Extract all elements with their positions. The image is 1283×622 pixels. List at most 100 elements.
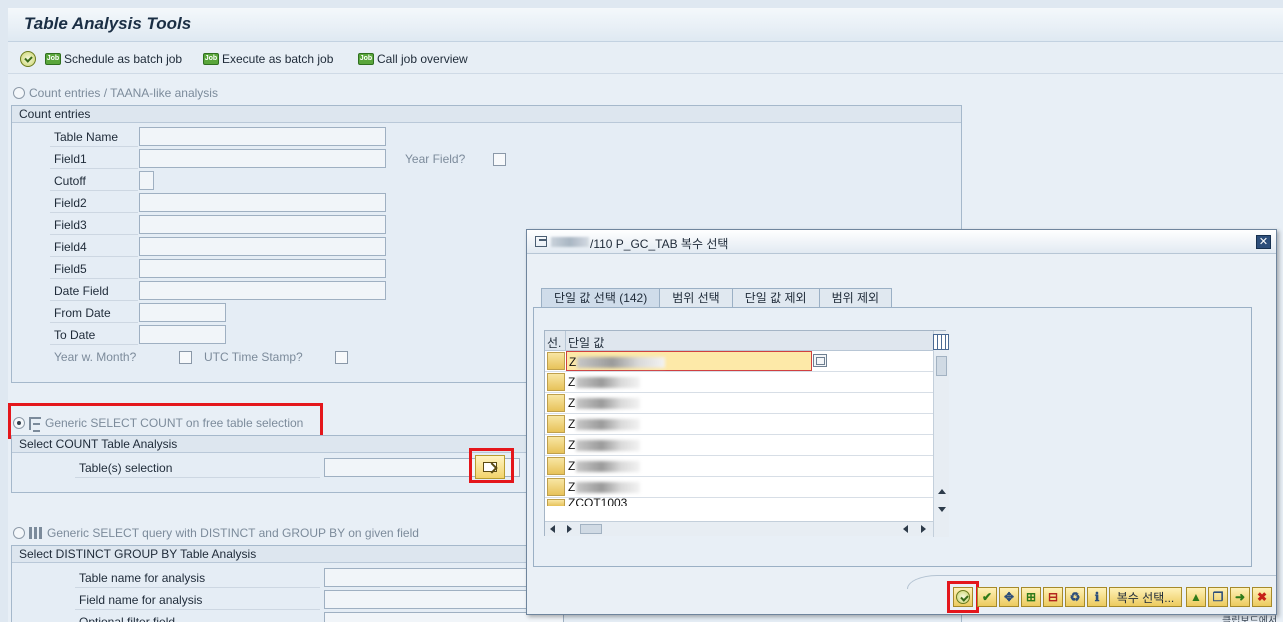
tab-exclude-ranges[interactable]: 범위 제외	[818, 288, 893, 308]
value-cell[interactable]: Z	[566, 351, 812, 371]
tab-single-values[interactable]: 단일 값 선택 (142)	[541, 288, 661, 308]
count-entries-group-title: Count entries	[12, 106, 961, 123]
utc-time-stamp-checkbox[interactable]	[335, 351, 348, 364]
row-selector[interactable]	[547, 394, 565, 412]
value-cell[interactable]: Z	[566, 435, 812, 455]
tab-ranges[interactable]: 범위 선택	[659, 288, 733, 308]
schedule-batch-job-button[interactable]: Job Schedule as batch job	[45, 50, 182, 68]
upload-icon: ▲	[1190, 590, 1202, 604]
trash-button[interactable]: ♻	[1065, 587, 1085, 607]
value-cell[interactable]: ZCOT1003	[566, 498, 812, 506]
insert-row-button[interactable]: ⊞	[1021, 587, 1041, 607]
from-date-input[interactable]	[139, 303, 226, 322]
dialog-tabs: 단일 값 선택 (142) 범위 선택 단일 값 제외 범위 제외	[541, 288, 893, 308]
divider	[565, 331, 566, 351]
multiple-selection-button[interactable]: 복수 선택...	[1109, 587, 1182, 607]
field4-input[interactable]	[139, 237, 386, 256]
scroll-right-icon[interactable]	[567, 525, 572, 533]
horizontal-scrollbar[interactable]	[545, 521, 933, 536]
year-field-checkbox[interactable]	[493, 153, 506, 166]
scroll-left-icon[interactable]	[903, 525, 908, 533]
field3-label: Field3	[50, 215, 138, 235]
field-name-analysis-label: Field name for analysis	[75, 590, 320, 610]
tab-exclude-single-values[interactable]: 단일 값 제외	[731, 288, 820, 308]
check-button[interactable]: ✔	[977, 587, 997, 607]
tab-panel: 선. 단일 값 Z Z Z Z Z Z Z ZCOT1003	[533, 307, 1252, 567]
cutoff-input[interactable]	[139, 171, 154, 190]
title-bar: Table Analysis Tools	[8, 8, 1283, 42]
table-row: ZCOT1003	[545, 498, 945, 506]
redacted-text	[576, 440, 641, 452]
year-field-label: Year Field?	[405, 152, 466, 166]
redacted-text	[576, 377, 641, 389]
call-job-overview-button[interactable]: Job Call job overview	[358, 50, 468, 68]
field2-input[interactable]	[139, 193, 386, 212]
radio-button[interactable]	[13, 87, 25, 99]
execute-batch-job-label: Execute as batch job	[222, 52, 334, 66]
year-w-month-checkbox[interactable]	[179, 351, 192, 364]
row-selector[interactable]	[547, 436, 565, 454]
row-selector[interactable]	[547, 373, 565, 391]
cancel-button[interactable]: ✖	[1252, 587, 1272, 607]
execute-icon	[20, 51, 36, 67]
column-settings-icon[interactable]	[933, 334, 949, 350]
redacted-text	[576, 461, 641, 473]
scroll-left-icon[interactable]	[550, 525, 555, 533]
to-date-label: To Date	[50, 325, 138, 345]
scroll-right-icon[interactable]	[921, 525, 926, 533]
call-job-overview-label: Call job overview	[377, 52, 468, 66]
row-selector[interactable]	[547, 415, 565, 433]
highlight-box	[8, 403, 323, 439]
row-selector[interactable]	[547, 499, 565, 506]
close-button[interactable]: ✕	[1256, 235, 1271, 249]
bar-chart-icon	[29, 527, 43, 539]
copy-icon: ❐	[1212, 590, 1224, 604]
values-grid: 선. 단일 값 Z Z Z Z Z Z Z ZCOT1003	[544, 330, 949, 537]
redacted-text	[551, 237, 589, 247]
value-cell[interactable]: Z	[566, 414, 812, 434]
table-name-analysis-label: Table name for analysis	[75, 568, 320, 588]
row-selector[interactable]	[547, 352, 565, 370]
radio-count-entries[interactable]: Count entries / TAANA-like analysis	[13, 86, 218, 100]
radio-button[interactable]	[13, 527, 25, 539]
table-name-input[interactable]	[139, 127, 386, 146]
row-selector[interactable]	[547, 478, 565, 496]
execute-batch-job-button[interactable]: Job Execute as batch job	[203, 50, 333, 68]
paste-button[interactable]: ➜	[1230, 587, 1250, 607]
field5-input[interactable]	[139, 259, 386, 278]
table-row: Z	[545, 414, 945, 435]
upload-button[interactable]: ▲	[1186, 587, 1206, 607]
value-text: ZCOT1003	[568, 498, 628, 506]
job-overview-icon: Job	[358, 53, 374, 65]
delete-row-button[interactable]: ⊟	[1043, 587, 1063, 607]
value-cell[interactable]: Z	[566, 477, 812, 497]
cutoff-label: Cutoff	[50, 171, 138, 191]
field3-input[interactable]	[139, 215, 386, 234]
info-button[interactable]: ℹ	[1087, 587, 1107, 607]
value-text: Z	[568, 396, 576, 410]
field1-input[interactable]	[139, 149, 386, 168]
table-row: Z	[545, 393, 945, 414]
arrows-button[interactable]: ✥	[999, 587, 1019, 607]
value-cell[interactable]: Z	[566, 393, 812, 413]
scroll-down-icon[interactable]	[938, 507, 946, 512]
scrollbar-thumb[interactable]	[580, 524, 602, 534]
to-date-input[interactable]	[139, 325, 226, 344]
date-field-label: Date Field	[50, 281, 138, 301]
highlight-box	[469, 448, 514, 483]
scrollbar-thumb[interactable]	[936, 356, 947, 376]
field1-label: Field1	[50, 149, 138, 169]
multiple-entry-icon[interactable]	[813, 354, 827, 367]
col-select-header: 선.	[547, 336, 562, 350]
radio-distinct[interactable]: Generic SELECT query with DISTINCT and G…	[13, 526, 419, 540]
value-cell[interactable]: Z	[566, 372, 812, 392]
scroll-up-icon[interactable]	[938, 489, 946, 494]
date-field-input[interactable]	[139, 281, 386, 300]
page-title: Table Analysis Tools	[24, 14, 192, 33]
row-selector[interactable]	[547, 457, 565, 475]
execute-button[interactable]	[20, 50, 36, 68]
value-text: Z	[569, 355, 577, 369]
copy-button[interactable]: ❐	[1208, 587, 1228, 607]
table-row: Z	[545, 435, 945, 456]
value-cell[interactable]: Z	[566, 456, 812, 476]
